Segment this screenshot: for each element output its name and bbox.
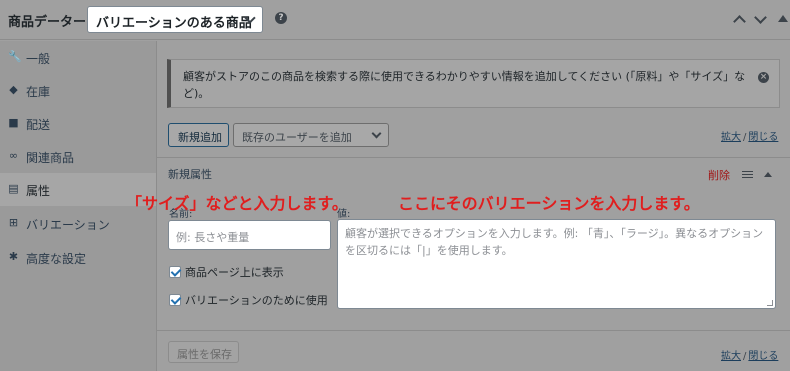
chevron-down-icon: [371, 128, 382, 139]
notice-text: 顧客がストアのこの商品を検索する際に使用できるわかりやすい情報を追加してください…: [183, 70, 746, 100]
move-up-icon[interactable]: [731, 12, 747, 28]
add-new-attribute-button[interactable]: 新規追加: [168, 123, 229, 147]
tab-label: 一般: [26, 52, 51, 66]
expand-all-link[interactable]: 拡大: [721, 351, 741, 362]
table-icon: ▤: [8, 182, 19, 195]
tab-linked-products[interactable]: ∞ 関連商品: [0, 140, 156, 173]
tab-label: 配送: [26, 118, 51, 132]
product-data-header: 商品データー バリエーションのある商品 ?: [0, 0, 790, 40]
visible-checkbox[interactable]: [169, 266, 181, 278]
truck-icon: ■: [8, 116, 19, 129]
attribute-title: 新規属性: [168, 168, 212, 181]
values-placeholder: 顧客が選択できるオプションを入力します。例: 「青」、「ラージ」。異なるオプショ…: [345, 227, 764, 257]
tab-label: バリエーション: [26, 218, 110, 232]
product-data-title: 商品データー: [8, 15, 87, 30]
existing-attribute-placeholder: 既存のユーザーを追加: [242, 131, 352, 144]
tab-general[interactable]: 🔧 一般: [0, 41, 156, 74]
remove-attribute-link[interactable]: 削除: [708, 167, 730, 183]
close-all-link[interactable]: 閉じる: [748, 351, 778, 362]
existing-attribute-select[interactable]: 既存のユーザーを追加: [233, 123, 389, 147]
collapse-attribute-icon[interactable]: [764, 172, 772, 177]
expand-close-links: 拡大 / 閉じる: [721, 128, 778, 143]
tab-label: 高度な設定: [26, 252, 87, 266]
link-icon: ∞: [8, 149, 19, 162]
product-type-select[interactable]: バリエーションのある商品: [87, 6, 263, 33]
tab-label: 在庫: [26, 85, 51, 99]
variation-checkbox-label: バリエーションのために使用: [185, 294, 328, 307]
tab-shipping[interactable]: ■ 配送: [0, 107, 156, 140]
attribute-values-textarea[interactable]: 顧客が選択できるオプションを入力します。例: 「青」、「ラージ」。異なるオプショ…: [337, 219, 776, 309]
move-down-icon[interactable]: [752, 12, 768, 28]
dismiss-icon[interactable]: ×: [758, 72, 769, 83]
close-all-link[interactable]: 閉じる: [748, 132, 778, 143]
wrench-icon: 🔧: [8, 50, 22, 63]
visible-checkbox-label: 商品ページ上に表示: [185, 266, 284, 279]
annotation-values-hint: ここにそのバリエーションを入力します。: [398, 194, 700, 213]
gear-icon: ✱: [8, 250, 19, 263]
save-attributes-row: 属性を保存 拡大 / 閉じる: [157, 330, 790, 371]
annotation-name-hint: 「サイズ」などと入力します。: [126, 194, 348, 213]
tab-advanced[interactable]: ✱ 高度な設定: [0, 241, 156, 274]
tab-label: 関連商品: [26, 151, 75, 165]
tab-inventory[interactable]: ◆ 在庫: [0, 74, 156, 107]
tag-icon: ◆: [9, 83, 18, 96]
save-attributes-button[interactable]: 属性を保存: [168, 341, 239, 363]
expand-all-link[interactable]: 拡大: [721, 132, 741, 143]
visible-on-product-page-option[interactable]: 商品ページ上に表示: [169, 264, 284, 280]
attribute-header[interactable]: 新規属性 削除: [157, 157, 790, 187]
variation-checkbox[interactable]: [169, 294, 181, 306]
used-for-variations-option[interactable]: バリエーションのために使用: [169, 292, 328, 308]
expand-close-links-bottom: 拡大 / 閉じる: [721, 347, 778, 362]
resize-handle-icon[interactable]: [767, 300, 773, 306]
tab-label: 属性: [26, 184, 51, 198]
drag-handle-icon[interactable]: [742, 171, 753, 178]
product-type-value: バリエーションのある商品: [96, 16, 252, 31]
info-notice: 顧客がストアのこの商品を検索する際に使用できるわかりやすい情報を追加してください…: [167, 59, 780, 108]
grid-icon: ⊞: [8, 216, 19, 229]
attribute-name-input[interactable]: 例: 長さや重量: [168, 220, 331, 250]
collapse-toggle-icon[interactable]: [778, 15, 788, 22]
help-icon[interactable]: ?: [275, 12, 287, 24]
